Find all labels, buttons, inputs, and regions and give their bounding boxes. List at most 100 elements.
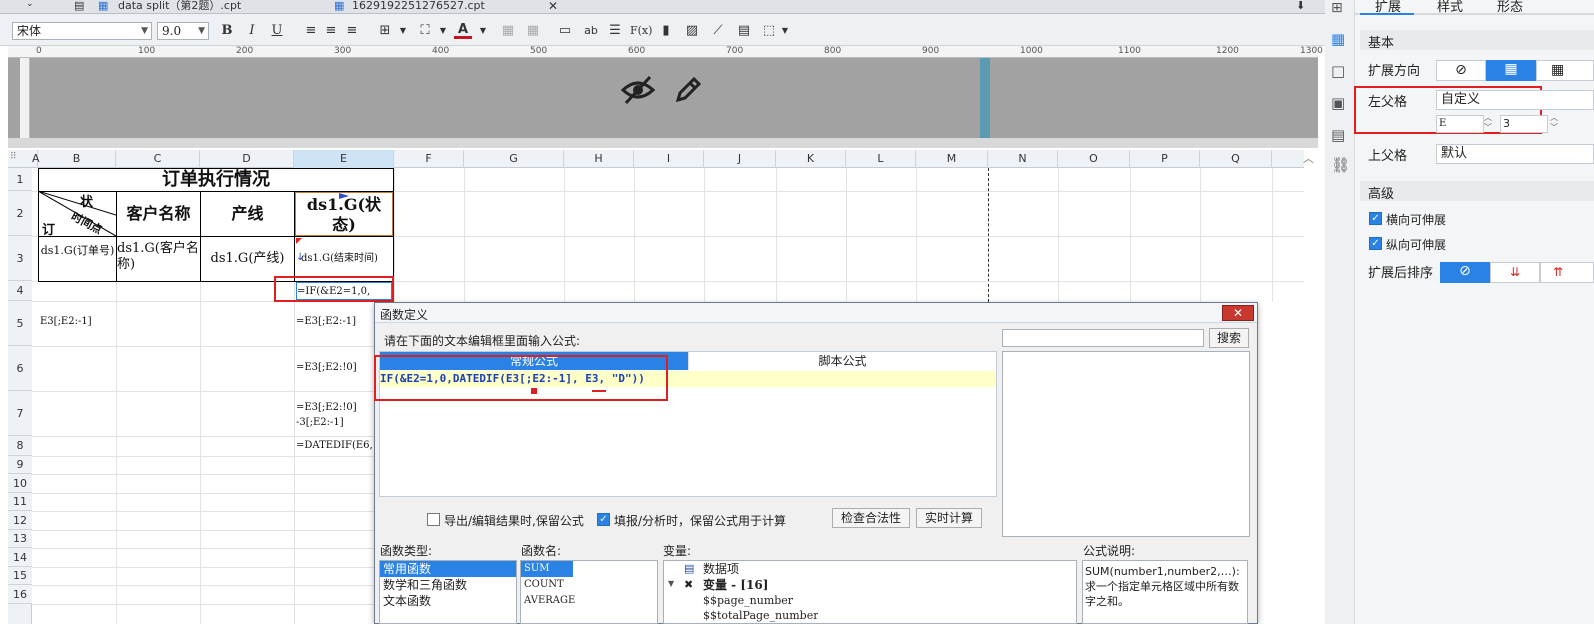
split-cells-icon[interactable]: ▦ [524, 22, 542, 40]
formula-button[interactable]: F(x) [630, 22, 652, 40]
cell-d2[interactable]: 产线 [201, 192, 294, 236]
row-header[interactable]: 11 [8, 493, 32, 511]
column-header-q[interactable]: Q [1200, 150, 1272, 168]
text-tool-button[interactable]: ab [580, 22, 602, 40]
slash-icon[interactable]: ⟋ [709, 22, 727, 40]
vertical-expand-checkbox[interactable]: ✓ [1369, 237, 1382, 250]
tab-1629192251276527[interactable]: 1629192251276527.cpt [352, 0, 532, 14]
row-header[interactable]: 7 [8, 391, 32, 436]
column-header-i[interactable]: I [634, 150, 704, 168]
text-field-icon[interactable]: ▭ [556, 22, 574, 40]
paragraph-icon[interactable]: ☰ [606, 22, 624, 40]
row-header[interactable]: 8 [8, 436, 32, 456]
align-center-icon[interactable]: ≡ [322, 22, 340, 40]
column-header-o[interactable]: O [1058, 150, 1130, 168]
column-header-e[interactable]: E [294, 150, 394, 168]
left-parent-select[interactable]: 自定义 [1436, 90, 1594, 110]
tree-item[interactable]: 数据项 [700, 561, 739, 577]
row-header[interactable]: 13 [8, 530, 32, 548]
data-column-icon[interactable]: ▤ [1331, 126, 1345, 144]
list-item[interactable]: 文本函数 [380, 593, 516, 609]
tree-item[interactable]: 变量 - [16] [700, 577, 768, 593]
row-header[interactable]: 15 [8, 567, 32, 585]
cell-e6[interactable]: =E3[;E2:!0] [296, 362, 357, 373]
cell-e8[interactable]: =DATEDIF(E6, [296, 440, 373, 451]
row-header[interactable]: 1 [8, 168, 32, 191]
expand-vertical-button[interactable]: ▦ [1486, 60, 1536, 81]
column-header-h[interactable]: H [564, 150, 634, 168]
upper-parent-select[interactable]: 默认 [1436, 144, 1594, 164]
report-title[interactable]: 订单执行情况 [39, 169, 393, 191]
row-header[interactable]: 2 [8, 191, 32, 236]
left-parent-column-input[interactable]: E [1436, 115, 1484, 133]
hide-header-icon[interactable] [620, 74, 656, 106]
column-header-d[interactable]: D [200, 150, 294, 168]
tab-script-formula[interactable]: 脚本公式 [688, 352, 996, 370]
tree-item[interactable]: $$page_number [700, 593, 793, 609]
list-item[interactable]: COUNT [521, 577, 657, 593]
row-header[interactable]: 4 [8, 281, 32, 301]
tab-menu-chevron-icon[interactable]: ⌄ [26, 0, 34, 10]
chevron-down-icon[interactable]: ▼ [474, 22, 492, 40]
column-header-l[interactable]: L [846, 150, 916, 168]
tab-data-split[interactable]: data split（第2题）.cpt [118, 0, 318, 14]
column-header-c[interactable]: C [116, 150, 200, 168]
sort-descending-button[interactable]: ⇈ [1540, 262, 1594, 283]
column-header-b[interactable]: B [38, 150, 116, 168]
check-validity-button[interactable]: 检查合法性 [832, 508, 910, 528]
fill-keep-formula-checkbox[interactable]: ✓ [597, 513, 610, 526]
row-header[interactable]: 5 [8, 301, 32, 346]
expand-horizontal-button[interactable]: ▦ [1536, 60, 1594, 81]
column-header-k[interactable]: K [776, 150, 846, 168]
row-header[interactable]: 16 [8, 585, 32, 604]
cell-d3[interactable]: ds1.G(产线) [201, 237, 294, 281]
spinner-icon[interactable]: ︿ ﹀ [1484, 113, 1492, 133]
align-right-icon[interactable]: ≡ [343, 22, 361, 40]
list-item[interactable]: 数学和三角函数 [380, 577, 516, 593]
dialog-close-button[interactable]: ✕ [1222, 305, 1254, 321]
list-item[interactable]: SUM [521, 561, 573, 577]
chevron-down-icon[interactable]: ▼ [776, 22, 794, 40]
list-item[interactable]: AVERAGE [521, 593, 657, 609]
grid-handle-icon[interactable]: ⠿ [10, 152, 17, 162]
expand-none-button[interactable]: ⊘ [1436, 60, 1486, 81]
column-header-j[interactable]: J [704, 150, 776, 168]
sort-none-button[interactable]: ⊘ [1440, 262, 1490, 283]
cell-b3[interactable]: ds1.G(订单号) [39, 237, 116, 281]
subreport-icon[interactable]: ▤ [735, 22, 753, 40]
row-header[interactable]: 10 [8, 474, 32, 493]
chevron-down-icon[interactable]: ▼ [434, 22, 452, 40]
chevron-down-icon[interactable]: ▼ [394, 22, 412, 40]
cell-e7[interactable]: =E3[;E2:!0] -3[;E2:-1] [296, 400, 374, 430]
cell-b5[interactable]: E3[;E2:-1] [40, 316, 92, 327]
horizontal-expand-checkbox[interactable]: ✓ [1369, 212, 1382, 225]
column-header-g[interactable]: G [464, 150, 564, 168]
row-header[interactable]: 6 [8, 346, 32, 391]
column-header-f[interactable]: F [394, 150, 464, 168]
underline-button[interactable]: U [268, 22, 286, 40]
edit-header-icon[interactable] [672, 74, 704, 106]
cell-e5[interactable]: =E3[;E2:-1] [296, 316, 356, 327]
hyperlink-icon[interactable]: ⛓ [1331, 156, 1350, 174]
left-parent-row-input[interactable]: 3 [1500, 115, 1548, 133]
list-item[interactable]: 常用函数 [380, 561, 516, 577]
cell-c3[interactable]: ds1.G(客户名称) [117, 237, 200, 281]
function-search-input[interactable] [1002, 329, 1204, 347]
border-icon[interactable]: ⊞ [376, 22, 394, 40]
cell-c2[interactable]: 客户名称 [117, 192, 200, 236]
cell-attr-icon[interactable]: ⊞ [1331, 0, 1343, 16]
chart-icon[interactable]: ▮ [657, 22, 675, 40]
export-keep-formula-checkbox[interactable] [427, 513, 440, 526]
float-element-icon[interactable]: □ [1331, 62, 1345, 80]
sort-ascending-button[interactable]: ⇊ [1490, 262, 1540, 283]
realtime-calc-button[interactable]: 实时计算 [916, 508, 982, 528]
row-header[interactable]: 12 [8, 511, 32, 530]
bold-button[interactable]: B [218, 22, 236, 40]
close-tab-icon[interactable]: ✕ [548, 0, 558, 12]
search-results-list[interactable] [1002, 351, 1250, 537]
cell-e3[interactable]: ds1.G(结束时间) [295, 237, 393, 281]
font-size-select[interactable]: 9.0 ▼ [157, 22, 209, 40]
row-header[interactable]: 9 [8, 456, 32, 474]
column-header-n[interactable]: N [988, 150, 1058, 168]
collapse-icon[interactable]: ︿ [1303, 150, 1314, 166]
